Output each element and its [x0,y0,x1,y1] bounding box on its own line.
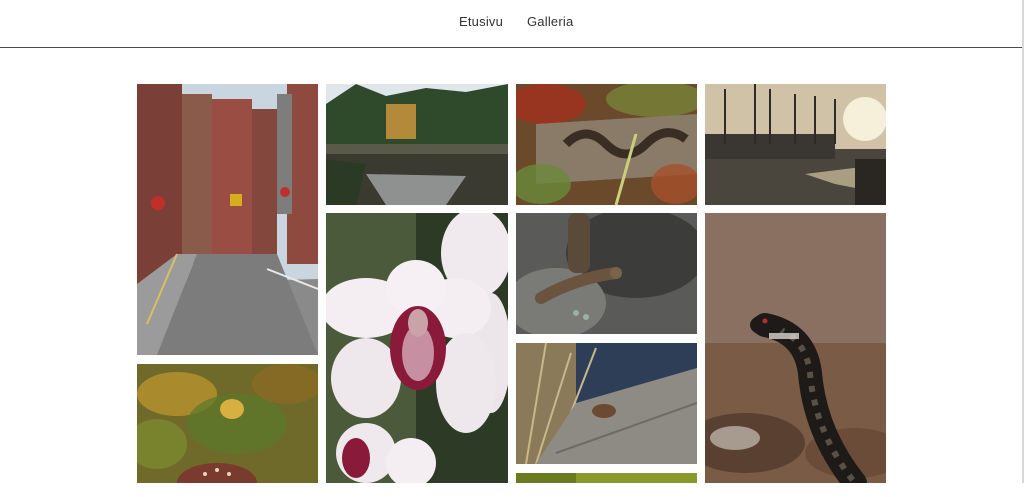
gallery-photo-viper[interactable] [705,213,886,483]
photo-gallery [0,0,1024,483]
gallery-photo-lake[interactable] [326,84,508,205]
gallery-photo-mushroom[interactable] [137,364,318,483]
gallery-photo-frog-log[interactable] [516,343,697,464]
gallery-photo-tall-ships[interactable] [705,84,886,205]
gallery-photo-lizard-rock[interactable] [516,213,697,334]
gallery-photo-snake-log[interactable] [516,84,697,205]
gallery-photo-leaves[interactable] [516,473,697,483]
gallery-photo-street[interactable] [137,84,318,355]
gallery-photo-orchid[interactable] [326,213,508,483]
